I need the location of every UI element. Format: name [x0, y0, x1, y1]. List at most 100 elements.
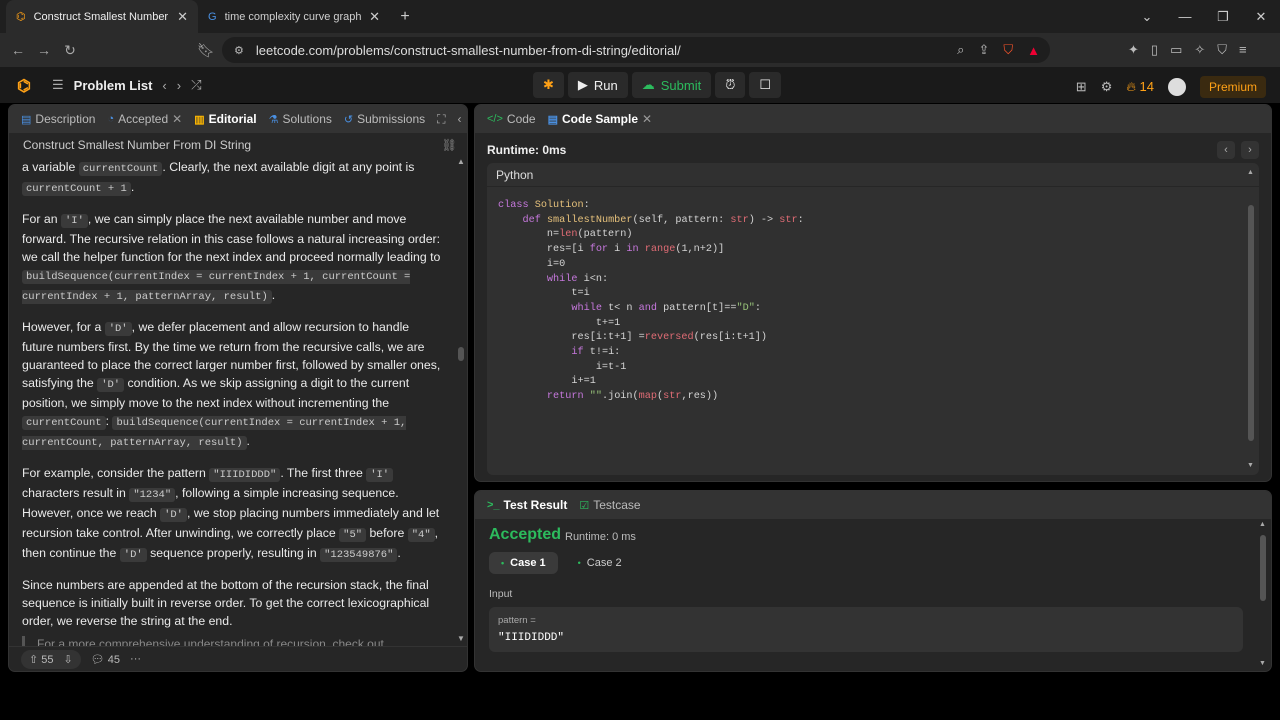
more-icon[interactable]: ···: [130, 653, 141, 665]
sidebar-icon[interactable]: ▯: [1151, 42, 1158, 58]
reload-icon[interactable]: ↻: [57, 42, 83, 59]
comment-count: 45: [107, 653, 121, 666]
submit-label: Submit: [660, 77, 702, 93]
google-favicon-icon: G: [208, 10, 217, 23]
tab-label: Accepted: [118, 112, 169, 126]
leetcode-logo-icon[interactable]: ⌬: [17, 76, 31, 96]
tab-accepted[interactable]: ◔ Accepted ✕: [107, 112, 182, 126]
tab-test-result[interactable]: >_ Test Result: [487, 498, 567, 512]
leetcode-header: ⌬ ☰ Problem List ‹ › ⤮ ✱ ▶ Run ☁ Submit ⏰︎…: [0, 67, 1280, 103]
minimize-button[interactable]: —: [1166, 9, 1204, 24]
submit-button[interactable]: ☁ Submit: [631, 72, 712, 98]
ai-icon[interactable]: ✧: [1194, 42, 1205, 58]
param-value: "IIIDIDDD": [498, 632, 565, 644]
note-icon: ☐: [759, 77, 772, 92]
tab-label: Code Sample: [562, 112, 639, 126]
list-icon[interactable]: ☰: [52, 77, 64, 93]
tab-testcase[interactable]: ☑ Testcase: [579, 498, 640, 512]
browser-tab-strip: ⌬ Construct Smallest Number From DI Stri…: [0, 0, 1280, 33]
close-tab-icon[interactable]: ✕: [642, 112, 652, 126]
tab-submissions[interactable]: ↺ Submissions: [344, 112, 425, 126]
shuffle-icon[interactable]: ⤮: [191, 77, 201, 93]
comment-icon: 💬︎: [90, 653, 105, 666]
back-icon[interactable]: ←: [5, 42, 31, 58]
premium-button[interactable]: Premium: [1199, 76, 1266, 98]
submissions-icon: ↺: [343, 113, 354, 126]
code-scrollbar[interactable]: ▲ ▼: [1247, 169, 1255, 469]
tab-label: Test Result: [503, 498, 568, 512]
new-tab-button[interactable]: +: [390, 0, 420, 33]
next-sample-icon[interactable]: ›: [1241, 141, 1259, 159]
zoom-icon[interactable]: ⌕: [957, 42, 964, 58]
settings-icon[interactable]: ⚙: [1101, 79, 1113, 95]
solutions-icon: ⚗: [268, 113, 279, 126]
collapse-icon[interactable]: ‹: [458, 112, 462, 127]
wallet-icon[interactable]: ▭: [1170, 42, 1182, 58]
menu-icon[interactable]: ≡: [1239, 42, 1247, 58]
forward-icon[interactable]: →: [31, 42, 57, 58]
editorial-title: Construct Smallest Number From DI String: [23, 138, 252, 152]
code-language: Python: [487, 163, 1259, 187]
brave-rewards-icon[interactable]: ▲: [1027, 43, 1040, 58]
tab-description[interactable]: ▤ Description: [21, 112, 95, 126]
next-problem-icon[interactable]: ›: [177, 78, 181, 93]
editorial-footer: ⇧ 55 ⇩ 💬︎ 45 ···: [9, 646, 467, 671]
extension-icon[interactable]: ✦: [1128, 42, 1139, 58]
grid-icon[interactable]: ⊞: [1076, 79, 1087, 95]
case-tab-1[interactable]: • Case 1: [489, 552, 558, 574]
expand-icon[interactable]: ⛶: [437, 112, 445, 127]
run-label: Run: [593, 77, 618, 93]
tab-label: Testcase: [593, 498, 641, 512]
maximize-button[interactable]: ❐: [1204, 9, 1242, 25]
site-info-icon[interactable]: ⚙: [234, 44, 244, 57]
blockquote-text: For a more comprehensive understanding o…: [37, 637, 384, 646]
close-tab-icon[interactable]: ✕: [172, 112, 182, 126]
editorial-content: a variable currentCount. Clearly, the ne…: [22, 158, 442, 642]
tab-editorial[interactable]: ▥ Editorial: [194, 112, 256, 126]
downvote-icon[interactable]: ⇩: [64, 653, 73, 666]
extension-area: ✦ ▯ ▭ ✧ ⛉ ≡: [1128, 42, 1247, 58]
close-tab-icon[interactable]: ✕: [177, 9, 188, 25]
bookmark-icon[interactable]: 🔖︎: [193, 42, 219, 59]
description-icon: ▤: [21, 113, 32, 126]
share-icon[interactable]: ⇪: [978, 42, 989, 58]
left-panel-tabs: ▤ Description ◔ Accepted ✕ ▥ Editorial ⚗ Solu…: [9, 105, 467, 133]
input-label: Input: [489, 588, 513, 600]
streak-value: 14: [1139, 79, 1154, 94]
vpn-icon[interactable]: ⛉: [1217, 42, 1227, 58]
browser-tab-leetcode[interactable]: ⌬ Construct Smallest Number From DI Stri…: [6, 0, 198, 33]
streak-counter[interactable]: 🔥︎ 14: [1126, 79, 1154, 95]
tab-code-sample[interactable]: ▤ Code Sample ✕: [548, 112, 653, 126]
input-value-box: pattern = "IIIDIDDD": [489, 607, 1243, 652]
result-scrollbar[interactable]: ▲ ▼: [1259, 521, 1267, 667]
timer-icon: ⏰︎: [725, 77, 736, 92]
result-status: Accepted: [489, 526, 562, 543]
paragraph: However, for a 'D', we defer placement a…: [22, 320, 441, 450]
url-bar[interactable]: ⚙ leetcode.com/problems/construct-smalle…: [222, 37, 1050, 63]
brave-shield-icon[interactable]: ⛉: [1003, 42, 1013, 58]
fire-icon: 🔥︎: [1126, 79, 1136, 94]
run-button[interactable]: ▶ Run: [567, 72, 628, 98]
link-icon[interactable]: ⛓: [442, 138, 457, 152]
case-tab-2[interactable]: • Case 2: [566, 552, 634, 574]
avatar[interactable]: [1167, 78, 1186, 96]
upvote-icon[interactable]: ⇧ 55: [29, 653, 54, 666]
editorial-header: Construct Smallest Number From DI String…: [9, 133, 467, 157]
play-icon: ▶: [577, 77, 588, 92]
tab-code[interactable]: </> Code: [487, 112, 536, 126]
debug-button[interactable]: ✱: [533, 72, 564, 98]
tab-search-icon[interactable]: ⌄: [1128, 9, 1166, 25]
terminal-icon: >_: [487, 499, 500, 511]
comment-button[interactable]: 💬︎ 45: [91, 653, 120, 666]
timer-button[interactable]: ⏰︎: [715, 72, 746, 98]
browser-tab-google[interactable]: G time complexity curve graph - Google S…: [198, 0, 390, 33]
problem-list-link[interactable]: Problem List: [74, 78, 153, 93]
close-window-button[interactable]: ✕: [1242, 9, 1280, 25]
note-button[interactable]: ☐: [749, 72, 782, 98]
url-text: leetcode.com/problems/construct-smallest…: [255, 42, 681, 58]
tab-solutions[interactable]: ⚗ Solutions: [269, 112, 332, 126]
prev-sample-icon[interactable]: ‹: [1217, 141, 1235, 159]
editorial-scrollbar[interactable]: ▲ ▼: [457, 157, 465, 643]
prev-problem-icon[interactable]: ‹: [162, 78, 166, 93]
close-tab-icon[interactable]: ✕: [369, 9, 380, 25]
